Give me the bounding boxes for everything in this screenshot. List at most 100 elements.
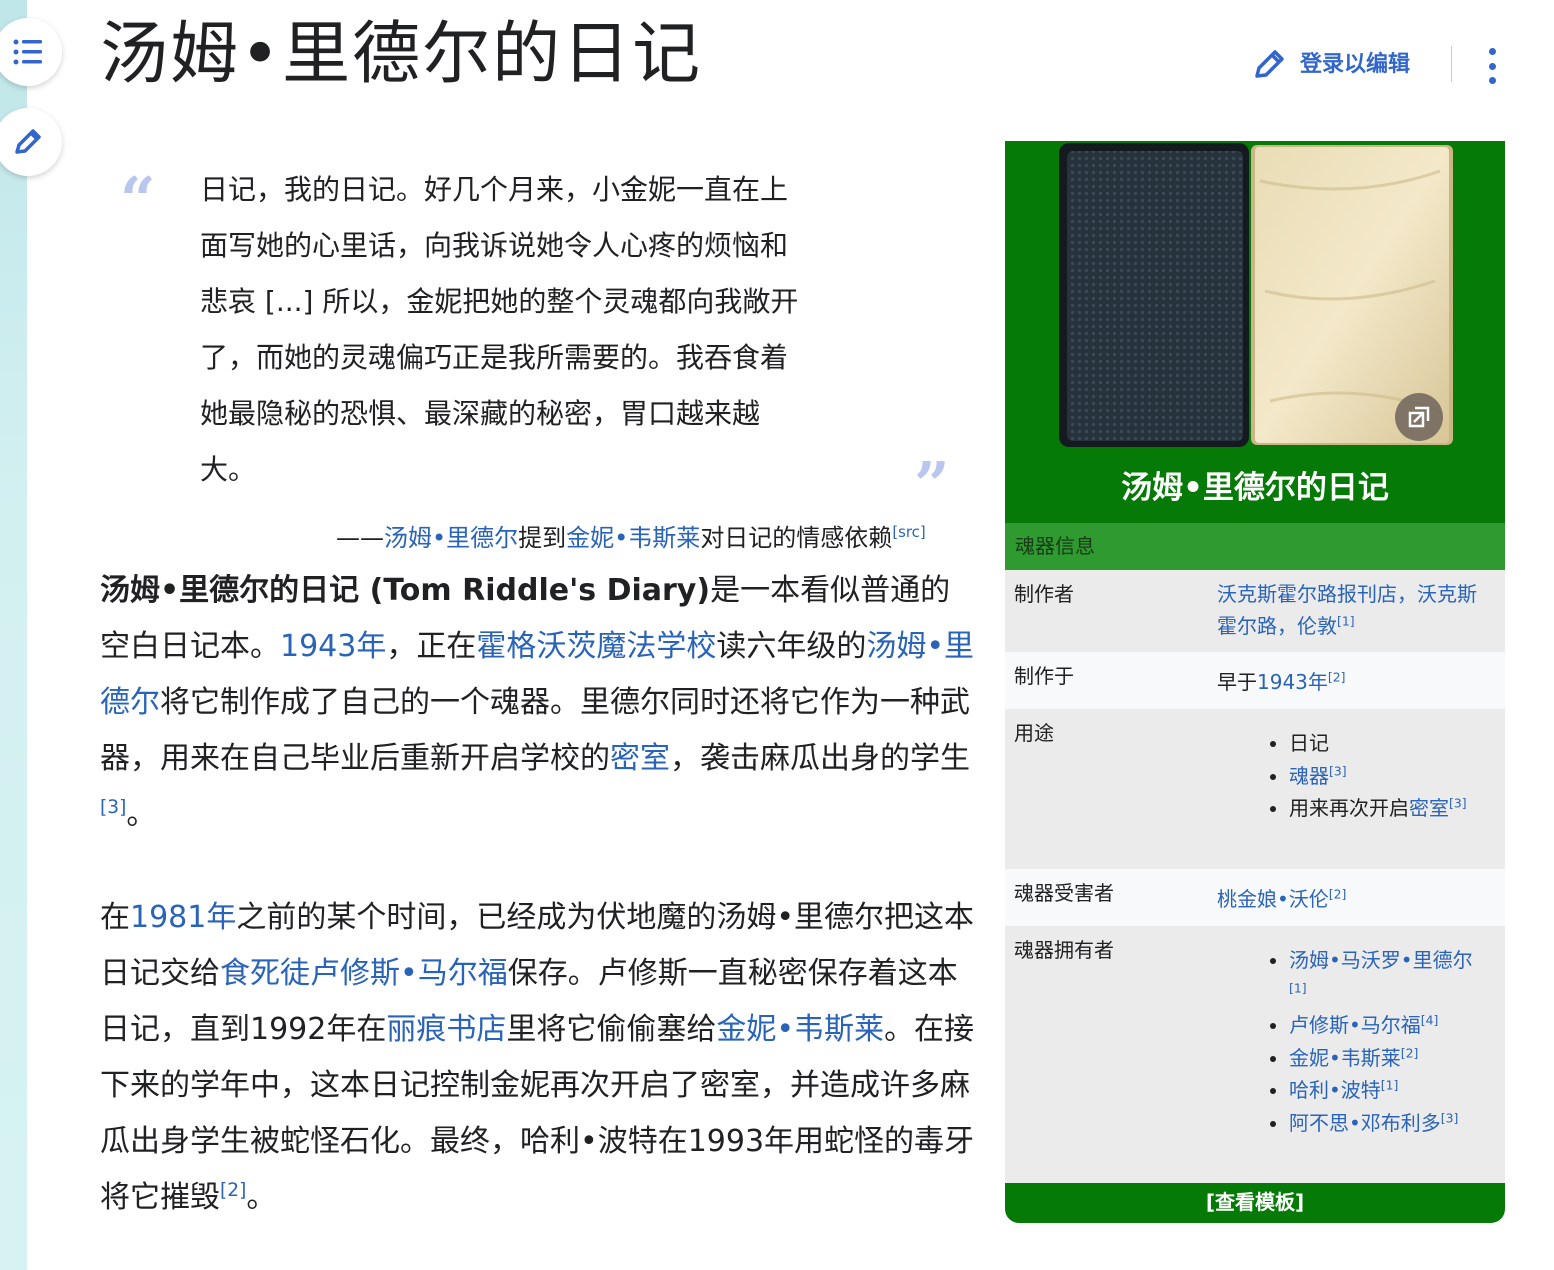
table-of-contents-button[interactable] [0, 18, 62, 86]
login-to-edit-link[interactable]: 登录以编辑 [1252, 42, 1410, 82]
reference[interactable]: [2] [1329, 886, 1347, 901]
use-list: 日记 魂器[3] 用来再次开启密室[3] [1267, 727, 1505, 825]
login-to-edit-label: 登录以编辑 [1300, 52, 1411, 77]
owner-link[interactable]: 卢修斯•马尔福 [1289, 1013, 1421, 1037]
infobox-header: 汤姆•里德尔的日记 [1005, 141, 1505, 523]
quote-line: 她最隐秘的恐惧、最深藏的秘密，胃口越来越 [200, 397, 761, 430]
horcrux-link[interactable]: 魂器 [1289, 764, 1329, 788]
infobox-row-use: 用途 日记 魂器[3] 用来再次开启密室[3] [1005, 709, 1505, 869]
reference-2[interactable]: [2] [220, 1180, 246, 1201]
dot [1488, 48, 1496, 55]
list-icon [13, 39, 42, 65]
owner-link[interactable]: 汤姆•马沃罗•里德尔 [1289, 948, 1473, 972]
owner-link[interactable]: 阿不思•邓布利多 [1289, 1111, 1441, 1135]
row-label: 制作者 [1014, 582, 1074, 606]
ginny-weasley-link[interactable]: 金妮•韦斯莱 [716, 1012, 884, 1047]
reference[interactable]: [1] [1381, 1077, 1399, 1092]
text: 在 [100, 900, 130, 935]
list-item: 魂器[3] [1289, 760, 1505, 793]
dot [1488, 62, 1496, 70]
left-rail [0, 0, 27, 1270]
quote-line: 日记，我的日记。好几个月来，小金妮一直在上 [200, 173, 789, 206]
quote-line: 了，而她的灵魂偏巧正是我所需要的。我吞食着 [200, 341, 789, 374]
text: ，袭击麻瓜出身的学生 [670, 741, 970, 776]
owner-link[interactable]: 哈利•波特 [1289, 1078, 1381, 1102]
reference[interactable]: [3] [1449, 795, 1467, 810]
reference-3[interactable]: [3] [100, 797, 126, 818]
reference[interactable]: [2] [1328, 669, 1346, 684]
quote-line: 悲哀 [...] 所以，金妮把她的整个灵魂都向我敞开 [200, 285, 799, 318]
dot [1488, 77, 1496, 84]
source-reference[interactable]: [src] [892, 523, 925, 541]
infobox-title: 汤姆•里德尔的日记 [1121, 470, 1389, 506]
reference[interactable]: [3] [1441, 1110, 1459, 1125]
reference[interactable]: [3] [1329, 763, 1347, 778]
row-value: 沃克斯霍尔路报刊店，沃克斯霍尔路，伦敦[1] [1217, 578, 1487, 642]
infobox-section-header: 魂器信息 [1005, 523, 1505, 570]
infobox-row-made: 制作于 早于1943年[2] [1005, 652, 1505, 709]
maker-link[interactable]: 沃克斯霍尔路报刊店，沃克斯霍尔路，伦敦 [1217, 582, 1477, 638]
list-item: 日记 [1289, 727, 1505, 760]
page-title: 汤姆•里德尔的日记 [100, 15, 703, 94]
row-label: 用途 [1014, 721, 1054, 745]
header-divider [1451, 46, 1452, 82]
intro-paragraph: 汤姆•里德尔的日记 (Tom Riddle's Diary)是一本看似普通的空白… [100, 563, 980, 843]
death-eater-link[interactable]: 食死徒 [220, 956, 310, 991]
history-paragraph: 在1981年之前的某个时间，已经成为伏地魔的汤姆•里德尔把这本日记交给食死徒卢修… [100, 890, 980, 1226]
text: 。 [246, 1180, 277, 1215]
row-label: 魂器拥有者 [1014, 938, 1114, 962]
close-quote-icon: ” [914, 448, 950, 521]
ginny-weasley-link[interactable]: 金妮•韦斯莱 [566, 524, 700, 552]
quote-line: 面写她的心里话，向我诉说她令人心疼的烦恼和 [200, 229, 789, 262]
owner-list: 汤姆•马沃罗•里德尔 [1] 卢修斯•马尔福[4] 金妮•韦斯莱[2] 哈利•波特… [1267, 944, 1479, 1139]
reference[interactable]: [2] [1401, 1045, 1419, 1060]
text: 日记 [1289, 731, 1329, 755]
year-1943-link[interactable]: 1943年 [1257, 670, 1328, 694]
owner-link[interactable]: 金妮•韦斯莱 [1289, 1046, 1401, 1070]
text: 早于 [1217, 670, 1257, 694]
text: 用来再次开启 [1289, 796, 1409, 820]
list-item: 卢修斯•马尔福[4] [1289, 1009, 1479, 1042]
view-template-link[interactable]: [查看模板] [1005, 1183, 1505, 1223]
myrtle-link[interactable]: 桃金娘•沃伦 [1217, 887, 1329, 911]
tom-riddle-link[interactable]: 汤姆•里德尔 [384, 524, 518, 552]
reference[interactable]: [1] [1337, 613, 1355, 628]
infobox: 汤姆•里德尔的日记 魂器信息 制作者 沃克斯霍尔路报刊店，沃克斯霍尔路，伦敦[1… [1005, 141, 1505, 1223]
open-quote-icon: “ [120, 163, 156, 236]
diary-image[interactable] [1055, 141, 1455, 449]
row-value: 早于1943年[2] [1217, 666, 1487, 698]
attribution-text: 对日记的情感依赖 [700, 524, 893, 552]
pencil-icon [15, 129, 41, 154]
reference[interactable]: [1] [1289, 980, 1307, 995]
chamber-of-secrets-link[interactable]: 密室 [610, 741, 670, 776]
row-label: 魂器受害者 [1014, 881, 1114, 905]
expand-icon [1408, 406, 1430, 428]
quote-line: 大。 [200, 453, 257, 486]
expand-image-button[interactable] [1395, 393, 1443, 441]
more-menu-button[interactable] [1484, 46, 1500, 86]
article-subject: 汤姆•里德尔的日记 (Tom Riddle's Diary) [100, 573, 711, 608]
epigraph-quote: 日记，我的日记。好几个月来，小金妮一直在上 面写她的心里话，向我诉说她令人心疼的… [200, 162, 880, 498]
list-item: 金妮•韦斯莱[2] [1289, 1042, 1479, 1075]
flourish-blotts-link[interactable]: 丽痕书店 [386, 1012, 506, 1047]
chamber-of-secrets-link[interactable]: 密室 [1409, 796, 1449, 820]
text: 。 [126, 797, 157, 832]
year-1943-link[interactable]: 1943年 [280, 629, 386, 664]
list-item: 用来再次开启密室[3] [1289, 792, 1505, 825]
row-value: 桃金娘•沃伦[2] [1217, 883, 1487, 915]
reference[interactable]: [4] [1421, 1012, 1439, 1027]
lucius-malfoy-link[interactable]: 卢修斯•马尔福 [310, 956, 508, 991]
attribution-text: 提到 [518, 524, 567, 552]
infobox-row-victim: 魂器受害者 桃金娘•沃伦[2] [1005, 869, 1505, 926]
year-1981-link[interactable]: 1981年 [130, 900, 236, 935]
text: 读六年级的 [716, 629, 867, 664]
quote-attribution: ——汤姆•里德尔提到金妮•韦斯莱对日记的情感依赖[src] [336, 520, 956, 556]
list-item: 哈利•波特[1] [1289, 1074, 1479, 1107]
pencil-icon [1255, 50, 1284, 78]
hogwarts-link[interactable]: 霍格沃茨魔法学校 [476, 629, 716, 664]
text: ，正在 [386, 629, 477, 664]
edit-button[interactable] [0, 108, 62, 176]
list-item: 阿不思•邓布利多[3] [1289, 1107, 1479, 1140]
row-label: 制作于 [1014, 664, 1074, 688]
text: 里将它偷偷塞给 [506, 1012, 717, 1047]
